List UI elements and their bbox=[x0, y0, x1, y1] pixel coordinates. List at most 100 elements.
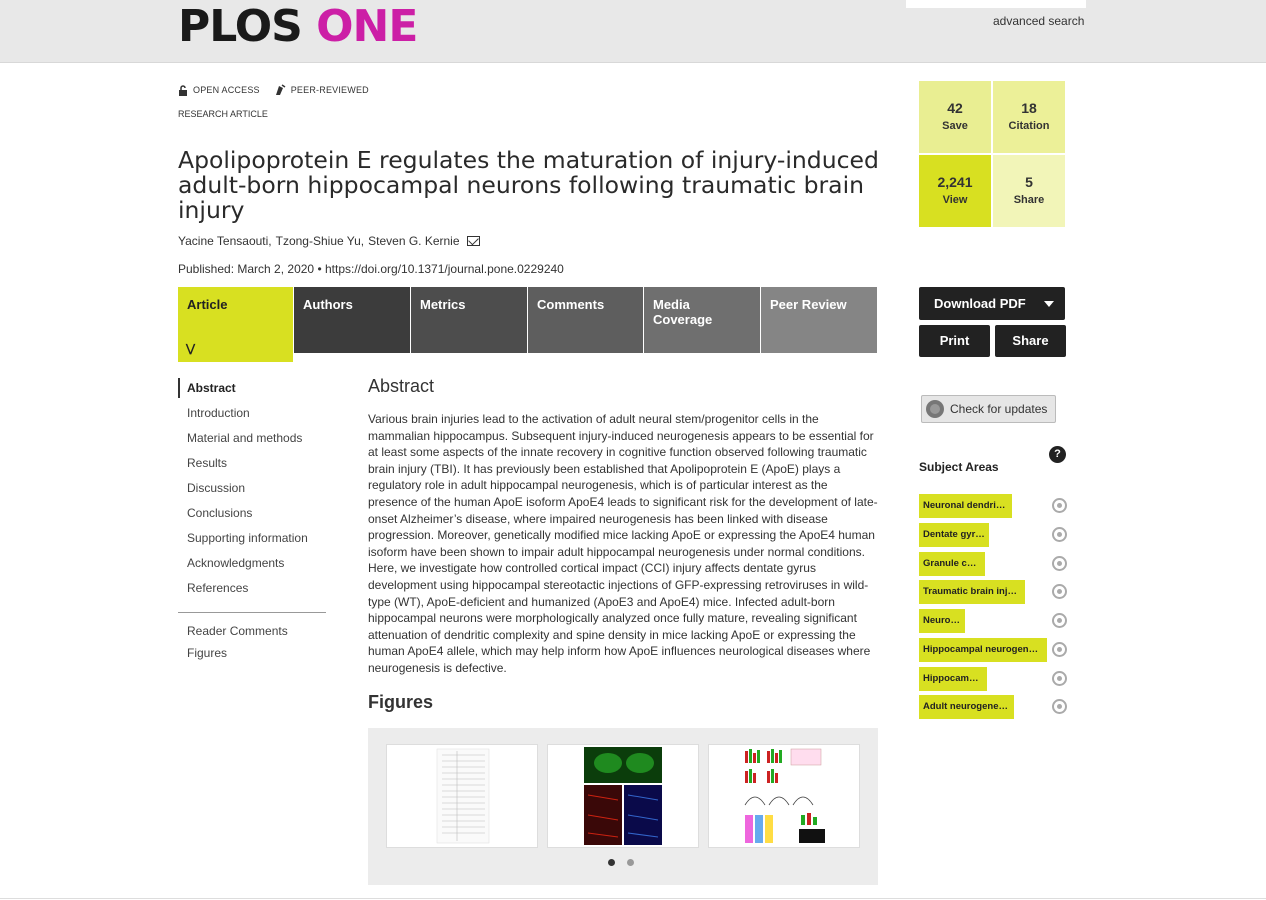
site-header: PLOS ONE advanced search bbox=[0, 0, 1266, 63]
abstract-heading: Abstract bbox=[368, 376, 435, 396]
figure-thumbnail-table[interactable] bbox=[386, 744, 538, 848]
bullet-separator: • bbox=[317, 262, 325, 276]
toc-item-supporting-information[interactable]: Supporting information bbox=[178, 528, 328, 553]
subject-feedback-icon[interactable] bbox=[1052, 556, 1067, 571]
microscopy-figure-image bbox=[584, 747, 662, 845]
toc-divider bbox=[178, 612, 326, 613]
subject-tag[interactable]: Traumatic brain injury bbox=[919, 580, 1025, 604]
tab-metrics[interactable]: Metrics bbox=[411, 287, 527, 353]
check-for-updates-label: Check for updates bbox=[950, 402, 1048, 416]
subject-tag[interactable]: Adult neurogenesis bbox=[919, 695, 1014, 719]
print-button[interactable]: Print bbox=[919, 325, 990, 357]
author-link[interactable]: Tzong-Shiue Yu, bbox=[276, 234, 365, 248]
peer-reviewed-icon bbox=[275, 84, 286, 95]
plos-one-logo[interactable]: PLOS ONE bbox=[178, 1, 418, 52]
tab-comments[interactable]: Comments bbox=[528, 287, 643, 353]
open-access-label: OPEN ACCESS bbox=[193, 85, 260, 95]
tab-article-label: Article bbox=[187, 297, 228, 312]
toc-item-discussion[interactable]: Discussion bbox=[178, 478, 328, 503]
download-pdf-label: Download PDF bbox=[934, 296, 1026, 311]
subject-feedback-icon[interactable] bbox=[1052, 642, 1067, 657]
subject-feedback-icon[interactable] bbox=[1052, 527, 1067, 542]
toc-lower-links: Reader Comments Figures bbox=[178, 621, 288, 665]
figure-carousel bbox=[368, 728, 878, 885]
article-metrics: 42 Save 18 Citation 2,241 View 5 Share bbox=[919, 81, 1066, 229]
article-main: Abstract Various brain injuries lead to … bbox=[368, 376, 878, 677]
subject-tag[interactable]: Dentate gyrus bbox=[919, 523, 989, 547]
subject-tag[interactable]: Neuronal dendrites bbox=[919, 494, 1012, 518]
toc-item-conclusions[interactable]: Conclusions bbox=[178, 503, 328, 528]
share-button[interactable]: Share bbox=[995, 325, 1066, 357]
metric-citation-count: 18 bbox=[1021, 100, 1037, 116]
subject-areas-heading: Subject Areas bbox=[919, 460, 999, 474]
metric-save[interactable]: 42 Save bbox=[919, 81, 991, 153]
search-input[interactable] bbox=[906, 0, 1086, 8]
download-pdf-button[interactable]: Download PDF bbox=[919, 287, 1065, 320]
metric-view[interactable]: 2,241 View bbox=[919, 155, 991, 227]
metric-view-label: View bbox=[942, 194, 968, 206]
carousel-dot[interactable] bbox=[627, 859, 634, 866]
tab-media-coverage[interactable]: Media Coverage bbox=[644, 287, 760, 353]
check-for-updates-button[interactable]: Check for updates bbox=[921, 395, 1056, 423]
metric-citation-label: Citation bbox=[1008, 120, 1050, 132]
metric-citation[interactable]: 18 Citation bbox=[993, 81, 1065, 153]
article-title: Apolipoprotein E regulates the maturatio… bbox=[178, 146, 879, 224]
author-link[interactable]: Yacine Tensaouti, bbox=[178, 234, 272, 248]
figures-heading: Figures bbox=[368, 692, 434, 712]
publication-info: Published: March 2, 2020 • https://doi.o… bbox=[178, 262, 564, 276]
open-access-flag: OPEN ACCESS bbox=[178, 84, 260, 96]
toc-item-acknowledgments[interactable]: Acknowledgments bbox=[178, 553, 328, 578]
table-of-contents: Abstract Introduction Material and metho… bbox=[178, 378, 328, 660]
metric-share[interactable]: 5 Share bbox=[993, 155, 1065, 227]
subject-tag[interactable]: Hippocampus bbox=[919, 667, 987, 691]
toc-item-figures[interactable]: Figures bbox=[178, 643, 288, 665]
carousel-dot-active[interactable] bbox=[608, 859, 615, 866]
tab-peer-review[interactable]: Peer Review bbox=[761, 287, 877, 353]
author-link[interactable]: Steven G. Kernie bbox=[368, 234, 459, 248]
subject-tag[interactable]: Granule cells bbox=[919, 552, 985, 576]
article-type: RESEARCH ARTICLE bbox=[178, 109, 268, 119]
subject-tag[interactable]: Hippocampal neurogenesis bbox=[919, 638, 1047, 662]
article-flags: OPEN ACCESS PEER-REVIEWED bbox=[178, 84, 377, 96]
help-icon[interactable]: ? bbox=[1049, 446, 1066, 463]
email-icon[interactable] bbox=[466, 236, 480, 246]
crossmark-icon bbox=[926, 400, 944, 418]
metric-view-count: 2,241 bbox=[937, 174, 973, 190]
peer-reviewed-flag: PEER-REVIEWED bbox=[274, 84, 369, 96]
subject-feedback-icon[interactable] bbox=[1052, 699, 1067, 714]
figure-thumbnail-microscopy[interactable] bbox=[547, 744, 699, 848]
abstract-text: Various brain injuries lead to the activ… bbox=[368, 412, 878, 675]
tab-article[interactable]: Article ⋁ bbox=[178, 287, 293, 362]
chevron-down-icon: ⋁ bbox=[186, 343, 196, 355]
page-bottom-divider bbox=[0, 898, 1266, 899]
table-figure-image bbox=[436, 748, 490, 844]
caret-down-icon[interactable] bbox=[1044, 301, 1054, 307]
toc-item-results[interactable]: Results bbox=[178, 453, 328, 478]
toc-item-references[interactable]: References bbox=[178, 578, 328, 603]
toc-item-abstract[interactable]: Abstract bbox=[178, 378, 328, 398]
subject-feedback-icon[interactable] bbox=[1052, 584, 1067, 599]
metric-save-label: Save bbox=[942, 120, 968, 132]
open-lock-icon bbox=[179, 84, 187, 96]
article-tabs: Article ⋁ Authors Metrics Comments Media… bbox=[178, 287, 877, 362]
doi-link[interactable]: https://doi.org/10.1371/journal.pone.022… bbox=[325, 262, 564, 276]
subject-tag[interactable]: Neurons bbox=[919, 609, 965, 633]
toc-item-reader-comments[interactable]: Reader Comments bbox=[178, 621, 288, 643]
toc-item-introduction[interactable]: Introduction bbox=[178, 403, 328, 428]
figure-thumbnail-graphs[interactable] bbox=[708, 744, 860, 848]
metric-save-count: 42 bbox=[947, 100, 963, 116]
logo-one: ONE bbox=[316, 1, 418, 52]
toc-item-material-and-methods[interactable]: Material and methods bbox=[178, 428, 328, 453]
logo-plos: PLOS bbox=[178, 1, 303, 52]
subject-feedback-icon[interactable] bbox=[1052, 498, 1067, 513]
advanced-search-link[interactable]: advanced search bbox=[993, 14, 1084, 28]
metric-share-count: 5 bbox=[1025, 174, 1033, 190]
subject-feedback-icon[interactable] bbox=[1052, 671, 1067, 686]
peer-reviewed-label: PEER-REVIEWED bbox=[290, 85, 369, 95]
tab-authors[interactable]: Authors bbox=[294, 287, 410, 353]
published-date: Published: March 2, 2020 bbox=[178, 262, 315, 276]
author-list: Yacine Tensaouti, Tzong-Shiue Yu, Steven… bbox=[178, 234, 480, 248]
metric-share-label: Share bbox=[1013, 194, 1045, 206]
graphs-figure-image bbox=[744, 748, 825, 843]
subject-feedback-icon[interactable] bbox=[1052, 613, 1067, 628]
